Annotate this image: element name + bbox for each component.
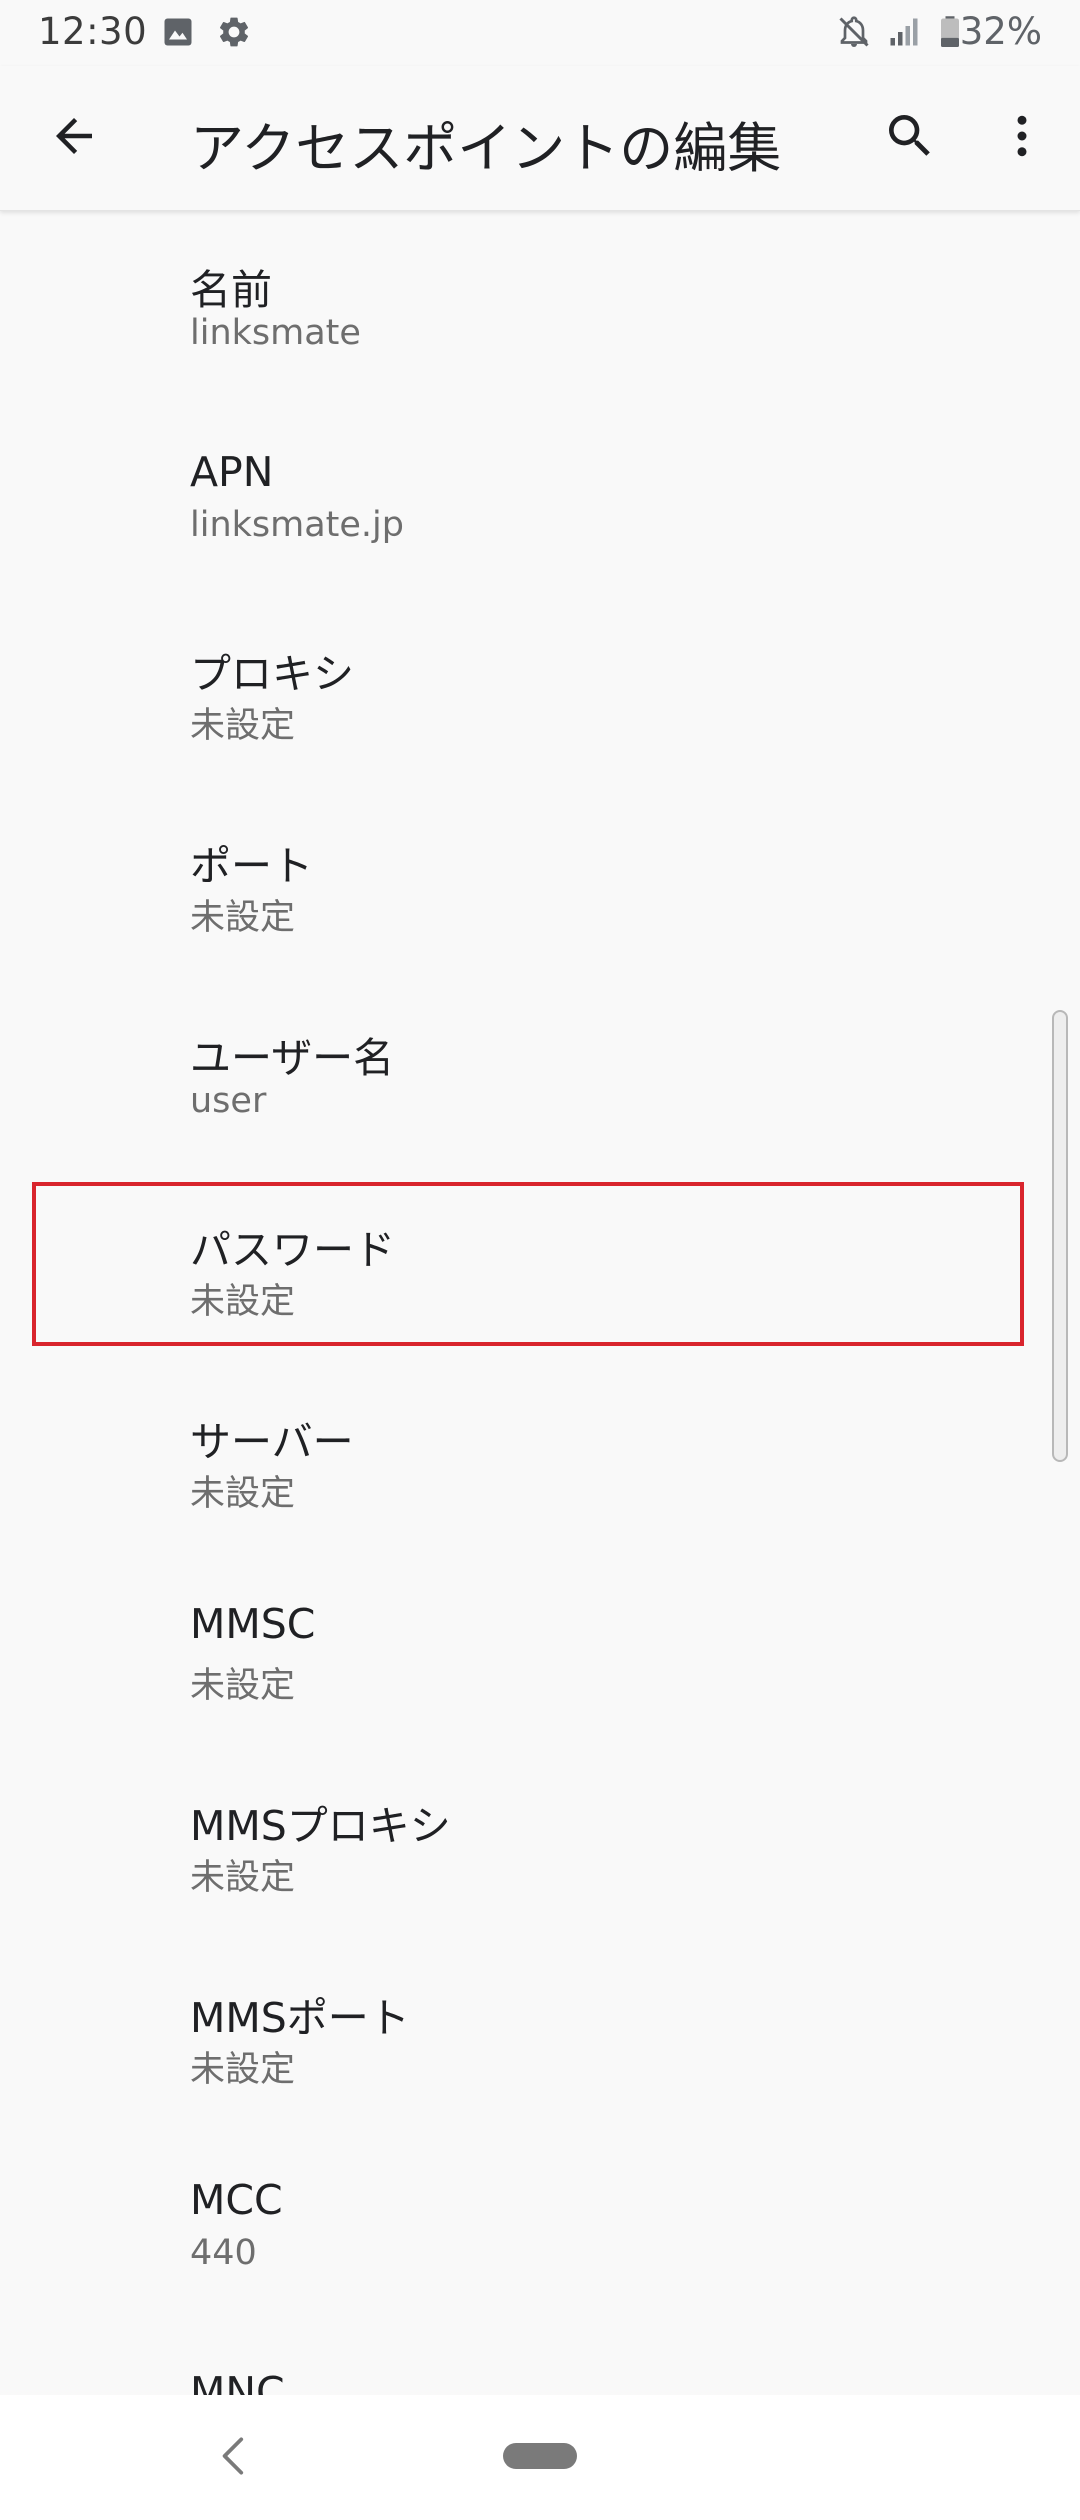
apn-setting-mmsc[interactable]: MMSC 未設定: [0, 1554, 1050, 1746]
setting-title: MCC: [190, 2176, 283, 2224]
page-title: アクセスポイントの編集: [190, 117, 782, 180]
apn-setting-mms-proxy[interactable]: MMSプロキシ 未設定: [0, 1746, 1050, 1938]
apn-setting-name[interactable]: 名前 linksmate: [0, 210, 1050, 402]
app-bar: アクセスポイントの編集: [0, 66, 1080, 211]
setting-value: 未設定: [190, 706, 296, 746]
setting-title: APN: [190, 448, 274, 496]
status-time: 12:30: [38, 10, 148, 53]
setting-value: user: [190, 1081, 267, 1121]
nav-back-icon[interactable]: [210, 2431, 260, 2481]
apn-setting-mnc[interactable]: MNC: [0, 2322, 1050, 2395]
notifications-off-icon: [836, 14, 872, 50]
apn-setting-username[interactable]: ユーザー名 user: [0, 978, 1050, 1170]
setting-title: ポート: [190, 842, 313, 890]
gear-icon: [216, 14, 252, 50]
setting-title: MMSプロキシ: [190, 1802, 451, 1850]
image-icon: [160, 14, 196, 50]
setting-title: MMSC: [190, 1600, 316, 1648]
setting-value: linksmate.jp: [190, 505, 404, 545]
status-bar: 12:30 32%: [0, 0, 1080, 66]
setting-value: 440: [190, 2233, 257, 2273]
apn-setting-mms-port[interactable]: MMSポート 未設定: [0, 1938, 1050, 2130]
setting-value: 未設定: [190, 1474, 296, 1514]
setting-title: MMSポート: [190, 1994, 410, 2042]
more-options-button[interactable]: [986, 102, 1058, 174]
search-icon: [882, 108, 938, 168]
setting-value: linksmate: [190, 313, 361, 353]
home-pill-icon[interactable]: [503, 2443, 577, 2469]
apn-setting-apn[interactable]: APN linksmate.jp: [0, 402, 1050, 594]
setting-title: サーバー: [190, 1418, 354, 1466]
navigation-bar: [0, 2395, 1080, 2520]
setting-value: 未設定: [190, 2050, 296, 2090]
apn-setting-mcc[interactable]: MCC 440: [0, 2130, 1050, 2322]
setting-title: プロキシ: [190, 650, 354, 698]
setting-value: 未設定: [190, 898, 296, 938]
setting-title: MNC: [190, 2368, 285, 2395]
more-vert-icon: [995, 109, 1049, 167]
scrollbar[interactable]: [1052, 1010, 1068, 1462]
search-button[interactable]: [874, 102, 946, 174]
setting-title: ユーザー名: [190, 1034, 395, 1082]
back-button[interactable]: [38, 102, 110, 174]
password-highlight-box: [32, 1182, 1024, 1346]
apn-setting-server[interactable]: サーバー 未設定: [0, 1362, 1050, 1554]
signal-icon: [886, 14, 922, 50]
apn-setting-port[interactable]: ポート 未設定: [0, 786, 1050, 978]
setting-value: 未設定: [190, 1666, 296, 1706]
setting-value: 未設定: [190, 1858, 296, 1898]
arrow-back-icon: [47, 109, 101, 167]
battery-percent: 32%: [959, 10, 1042, 53]
apn-setting-proxy[interactable]: プロキシ 未設定: [0, 594, 1050, 786]
setting-title: 名前: [190, 266, 272, 314]
